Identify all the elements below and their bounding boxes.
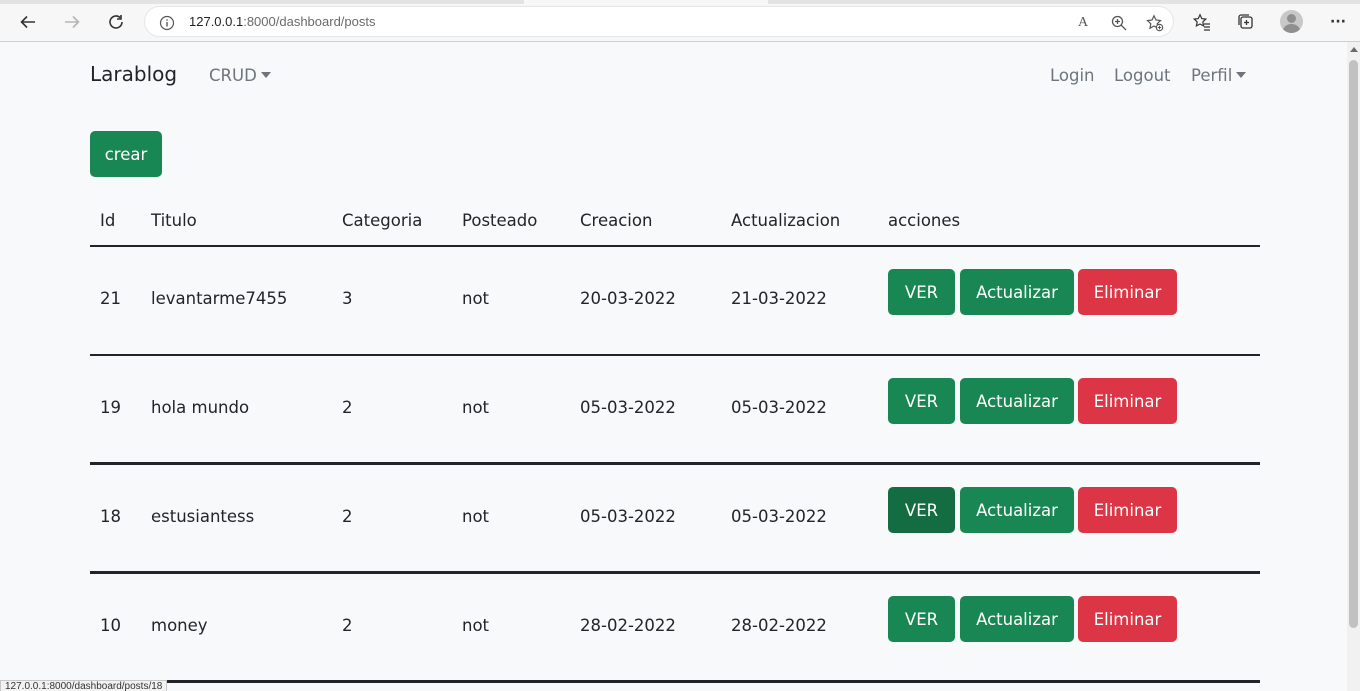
crud-dropdown[interactable]: CRUD [209,66,271,85]
cell-titulo: hola mundo [151,398,250,417]
row-divider [90,680,1260,683]
settings-more-icon[interactable]: ··· [1324,8,1352,36]
url-text[interactable]: 127.0.0.1:8000/dashboard/posts [189,14,376,29]
cell-titulo: estusiantess [151,507,255,526]
info-icon[interactable] [155,11,179,35]
cell-creacion: 05-03-2022 [580,507,676,526]
cell-categoria: 2 [342,616,353,635]
cell-categoria: 2 [342,507,353,526]
update-button[interactable]: Actualizar [960,487,1074,533]
caret-down-icon [1236,72,1247,78]
address-bar[interactable]: 127.0.0.1:8000/dashboard/posts A [144,6,1174,37]
browser-toolbar: 127.0.0.1:8000/dashboard/posts A ··· [0,0,1360,42]
perfil-label: Perfil [1191,66,1233,85]
view-button[interactable]: VER [888,269,955,315]
cell-titulo: money [151,616,208,635]
favorites-icon[interactable] [1188,8,1216,36]
login-link[interactable]: Login [1050,66,1095,85]
cell-actualizacion: 28-02-2022 [731,616,827,635]
tab-strip [0,0,1360,4]
collections-icon[interactable] [1232,8,1260,36]
scrollbar-thumb[interactable] [1349,60,1358,628]
back-icon[interactable] [14,8,42,36]
status-bar-url: 127.0.0.1:8000/dashboard/posts/18 [0,680,168,691]
table-row: 21 levantarme7455 3 not 20-03-2022 21-03… [90,247,1260,356]
zoom-icon[interactable] [1107,11,1131,35]
scroll-up-icon[interactable] [1350,47,1358,52]
cell-actualizacion: 05-03-2022 [731,507,827,526]
cell-categoria: 2 [342,398,353,417]
header-titulo: Titulo [151,211,197,230]
delete-button[interactable]: Eliminar [1078,269,1177,315]
profile-avatar-icon[interactable] [1280,10,1303,33]
header-categoria: Categoria [342,211,423,230]
cell-categoria: 3 [342,289,353,308]
header-creacion: Creacion [580,211,653,230]
read-aloud-glyph: A [1077,15,1089,30]
table-row: 18 estusiantess 2 not 05-03-2022 05-03-2… [90,465,1260,574]
update-button[interactable]: Actualizar [960,269,1074,315]
cell-creacion: 20-03-2022 [580,289,676,308]
cell-creacion: 05-03-2022 [580,398,676,417]
forward-icon[interactable] [58,8,86,36]
active-tab[interactable] [524,0,768,4]
delete-button[interactable]: Eliminar [1078,487,1177,533]
header-acciones: acciones [888,211,961,230]
cell-id: 18 [100,507,121,526]
brand-link[interactable]: Larablog [90,62,177,86]
logout-link[interactable]: Logout [1114,66,1171,85]
header-id: Id [100,211,116,230]
header-actualizacion: Actualizacion [731,211,841,230]
perfil-dropdown[interactable]: Perfil [1191,66,1247,85]
cell-actualizacion: 21-03-2022 [731,289,827,308]
view-button[interactable]: VER [888,378,955,424]
caret-down-icon [260,72,271,78]
delete-button[interactable]: Eliminar [1078,378,1177,424]
cell-posteado: not [462,507,490,526]
cell-id: 21 [100,289,121,308]
delete-button[interactable]: Eliminar [1078,596,1177,642]
cell-id: 10 [100,616,121,635]
crud-label: CRUD [209,66,257,85]
page-scrollbar[interactable] [1347,42,1360,691]
create-button[interactable]: crear [90,131,162,177]
header-posteado: Posteado [462,211,538,230]
update-button[interactable]: Actualizar [960,378,1074,424]
cell-posteado: not [462,398,490,417]
view-button[interactable]: VER [888,596,955,642]
table-row: 19 hola mundo 2 not 05-03-2022 05-03-202… [90,356,1260,465]
cell-id: 19 [100,398,121,417]
table-row: 10 money 2 not 28-02-2022 28-02-2022 VER… [90,574,1260,683]
cell-posteado: not [462,289,490,308]
cell-posteado: not [462,616,490,635]
cell-actualizacion: 05-03-2022 [731,398,827,417]
cell-creacion: 28-02-2022 [580,616,676,635]
read-aloud-icon[interactable]: A [1071,11,1095,35]
cell-titulo: levantarme7455 [151,289,288,308]
reload-icon[interactable] [102,8,130,36]
add-favorite-icon[interactable] [1143,11,1167,35]
update-button[interactable]: Actualizar [960,596,1074,642]
view-button[interactable]: VER [888,487,955,533]
